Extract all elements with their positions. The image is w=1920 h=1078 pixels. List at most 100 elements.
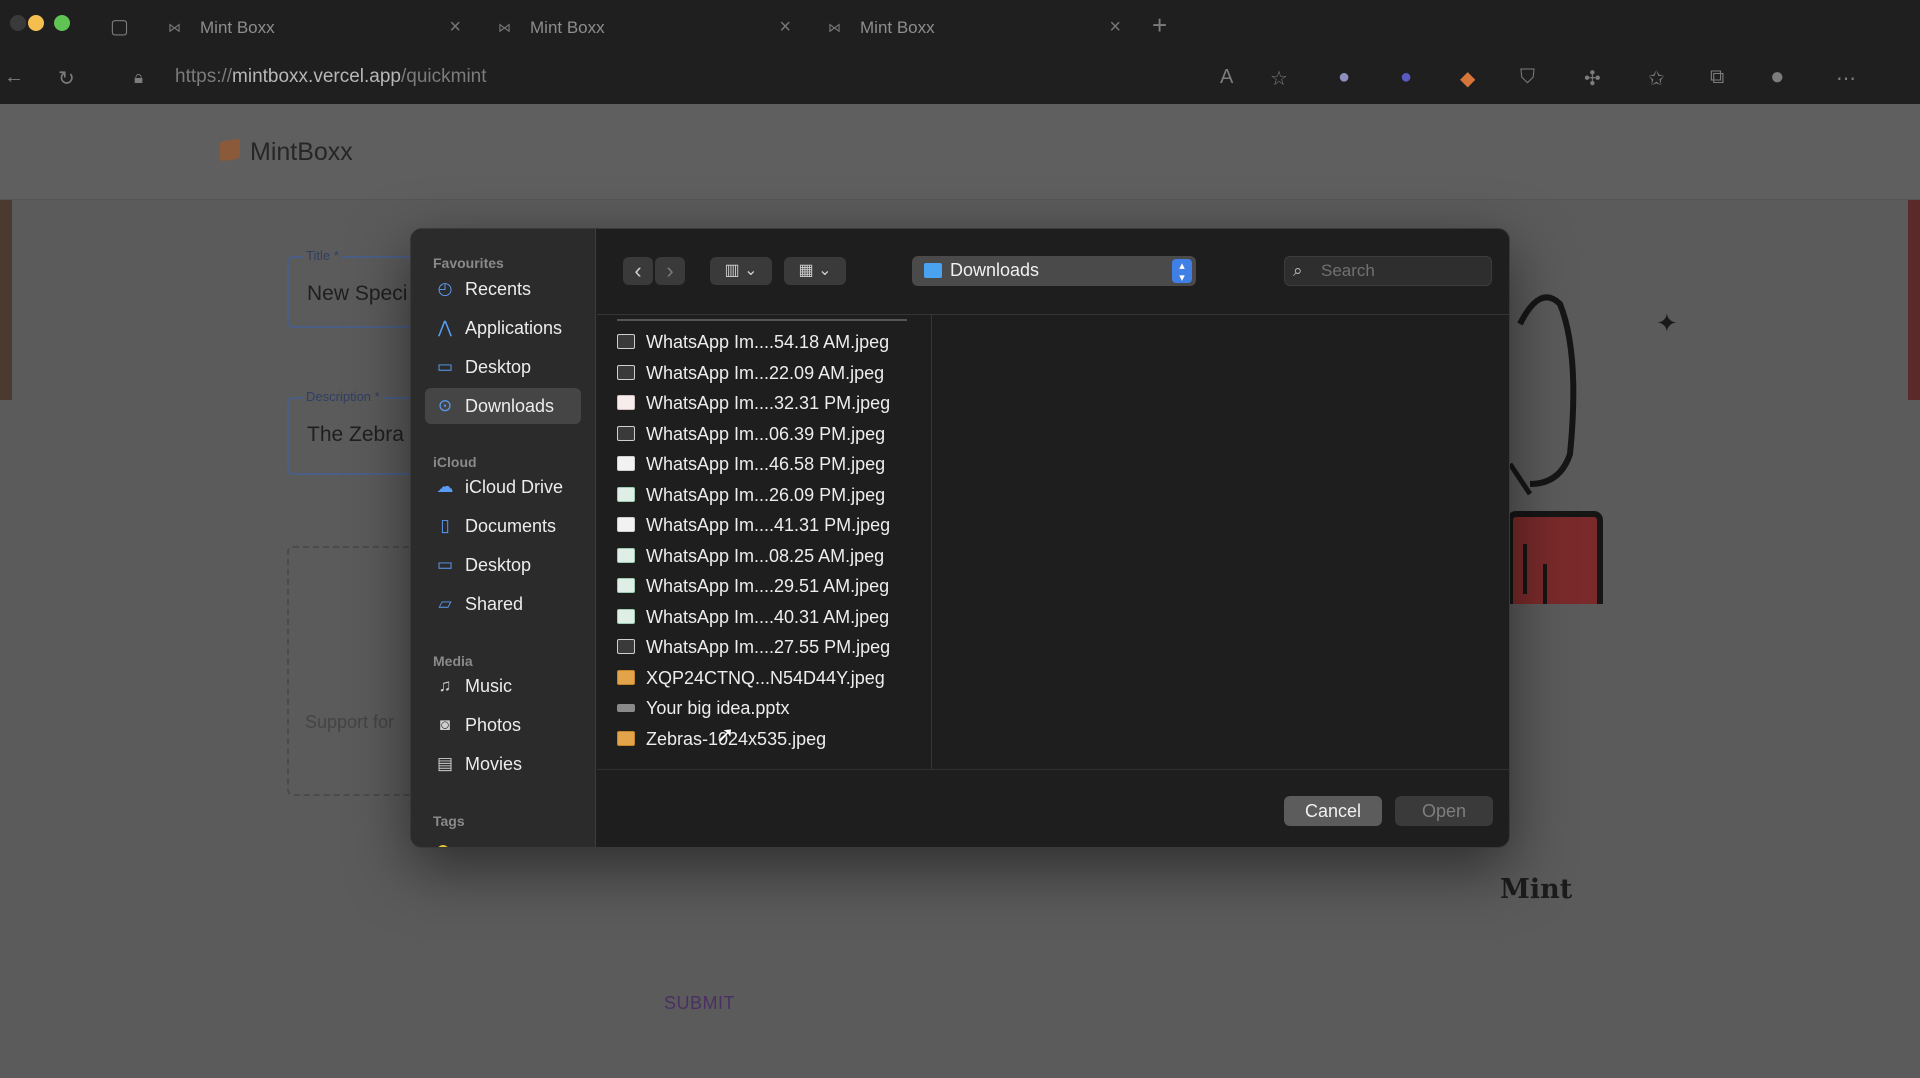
browser-tab-3[interactable]: ⋈ Mint Boxx × — [810, 8, 1135, 46]
sidebar-item-icloud-desktop[interactable]: ▭ Desktop — [425, 547, 581, 583]
downloads-icon: ⊙ — [437, 396, 453, 415]
sidebar-item-documents[interactable]: ▯ Documents — [425, 508, 581, 544]
file-row[interactable]: WhatsApp Im...26.09 PM.jpeg — [597, 480, 931, 510]
close-tab-icon[interactable]: × — [779, 16, 791, 39]
open-button[interactable]: Open — [1395, 796, 1493, 826]
file-thumbnail-icon — [617, 704, 635, 712]
file-row[interactable]: WhatsApp Im....41.31 PM.jpeg — [597, 510, 931, 540]
file-row[interactable]: WhatsApp Im....29.51 AM.jpeg — [597, 571, 931, 601]
metamask-icon[interactable]: ◆ — [1460, 66, 1475, 91]
film-icon: ▤ — [436, 754, 454, 773]
file-dropzone[interactable]: Support for — [287, 546, 417, 796]
maximize-window-button[interactable] — [54, 15, 70, 31]
file-name: WhatsApp Im...08.25 AM.jpeg — [646, 545, 885, 566]
sidebar-item-label: Desktop — [465, 555, 532, 575]
file-thumbnail-icon — [617, 608, 635, 624]
file-name: WhatsApp Im...22.09 AM.jpeg — [646, 362, 885, 383]
cancel-button[interactable]: Cancel — [1284, 796, 1382, 826]
browser-tab-1[interactable]: ⋈ Mint Boxx × — [150, 8, 475, 46]
new-tab-icon[interactable]: + — [1152, 10, 1167, 41]
favicon-icon: ⋈ — [828, 20, 841, 35]
file-thumbnail-icon — [617, 364, 635, 380]
read-aloud-icon[interactable]: A — [1220, 66, 1233, 89]
document-icon: ▯ — [440, 516, 450, 535]
sidebar-item-label: Photos — [465, 715, 522, 735]
logo-box-icon — [220, 138, 240, 162]
file-row[interactable]: Zebras-1024x535.jpeg — [597, 724, 931, 754]
favorites-list-icon[interactable]: ✩ — [1648, 66, 1665, 91]
back-button[interactable]: ‹ — [623, 257, 653, 285]
description-field[interactable]: Description * The Zebra — [287, 389, 417, 475]
extension-icon[interactable]: ● — [1400, 66, 1412, 89]
profile-avatar[interactable]: ● — [1770, 63, 1785, 91]
description-label: Description * — [303, 389, 383, 404]
file-thumbnail-icon — [617, 639, 635, 654]
sidebar-item-label: Recents — [465, 279, 532, 299]
desktop-icon: ▭ — [436, 357, 454, 376]
favicon-icon: ⋈ — [498, 20, 511, 35]
sidebar-item-recents[interactable]: ◴ Recents — [425, 271, 581, 307]
file-row[interactable]: XQP24CTNQ...N54D44Y.jpeg — [597, 663, 931, 693]
group-button[interactable]: ▦ ⌄ — [784, 257, 846, 285]
file-row[interactable]: WhatsApp Im....54.18 AM.jpeg — [597, 327, 931, 357]
title-value: New Speci — [307, 282, 408, 305]
shared-folder-icon: ▱ — [438, 594, 452, 613]
file-row[interactable]: WhatsApp Im...08.25 AM.jpeg — [597, 541, 931, 571]
sidebar-item-music[interactable]: ♫ Music — [425, 668, 581, 704]
file-row[interactable]: WhatsApp Im....32.31 PM.jpeg — [597, 388, 931, 418]
tab-title: Mint Boxx — [200, 18, 275, 37]
view-mode-button[interactable]: ▥ ⌄ — [710, 257, 772, 285]
file-row[interactable]: WhatsApp Im....40.31 AM.jpeg — [597, 602, 931, 632]
reload-icon[interactable]: ↻ — [58, 66, 75, 91]
file-row[interactable]: WhatsApp Im...06.39 PM.jpeg — [597, 419, 931, 449]
file-row[interactable]: Your big idea.pptx — [597, 693, 931, 723]
back-icon[interactable]: ← — [4, 66, 24, 89]
sidebar-item-downloads[interactable]: ⊙ Downloads — [425, 388, 581, 424]
sidebar-item-icloud-drive[interactable]: ☁︎ iCloud Drive — [425, 469, 581, 505]
tab-actions-icon[interactable]: ▢ — [110, 14, 129, 39]
sidebar-item-movies[interactable]: ▤ Movies — [425, 746, 581, 782]
file-row[interactable]: WhatsApp Im...22.09 AM.jpeg — [597, 358, 931, 388]
submit-button[interactable]: SUBMIT — [664, 993, 735, 1014]
close-tab-icon[interactable]: × — [1109, 16, 1121, 39]
sidebar-item-shared[interactable]: ▱ Shared — [425, 586, 581, 622]
minimize-window-button[interactable] — [28, 15, 44, 31]
extension-icon[interactable]: ● — [1338, 66, 1350, 89]
close-tab-icon[interactable]: × — [449, 16, 461, 39]
site-header: MintBoxx — [0, 104, 1920, 200]
favourites-heading: Favourites — [433, 255, 504, 271]
file-list[interactable]: WhatsApp Im....54.18 AM.jpeg WhatsApp Im.… — [597, 315, 932, 769]
tags-heading: Tags — [433, 813, 465, 829]
shield-icon[interactable]: ⛉ — [1520, 66, 1535, 89]
forward-button[interactable]: › — [655, 257, 685, 285]
close-window-button[interactable] — [10, 15, 26, 31]
browser-tab-2[interactable]: ⋈ Mint Boxx × — [480, 8, 805, 46]
file-open-dialog: Favourites ◴ Recents ⋀ Applications ▭ De… — [410, 228, 1510, 848]
title-field[interactable]: Title * New Speci — [287, 248, 417, 328]
more-options-icon[interactable]: ⋯ — [1836, 66, 1856, 91]
sidebar-item-applications[interactable]: ⋀ Applications — [425, 310, 581, 346]
extensions-puzzle-icon[interactable]: ✣ — [1584, 66, 1601, 91]
search-icon: ⌕ — [1293, 261, 1303, 280]
screen: ▢ ⋈ Mint Boxx × ⋈ Mint Boxx × ⋈ Mint Box… — [0, 0, 1920, 1078]
file-row[interactable]: WhatsApp Im....27.55 PM.jpeg — [597, 632, 931, 662]
site-logo[interactable]: MintBoxx — [250, 138, 353, 167]
favorite-icon[interactable]: ☆ — [1270, 66, 1288, 91]
sidebar-item-photos[interactable]: ◙ Photos — [425, 707, 581, 743]
search-input[interactable] — [1321, 261, 1481, 281]
rocket-illustration — [1507, 294, 1603, 604]
title-label: Title * — [303, 248, 342, 263]
music-icon: ♫ — [438, 676, 452, 695]
location-popup[interactable]: Downloads ▴ ▾ — [912, 256, 1196, 286]
lock-icon: 🔒︎ — [134, 68, 144, 87]
tab-title: Mint Boxx — [530, 18, 605, 37]
file-name: WhatsApp Im....41.31 PM.jpeg — [646, 515, 891, 535]
url-path: /quickmint — [401, 66, 487, 87]
url-field[interactable]: https://mintboxx.vercel.app/quickmint — [175, 66, 487, 88]
sidebar-item-desktop[interactable]: ▭ Desktop — [425, 349, 581, 385]
file-thumbnail-icon — [617, 578, 635, 593]
collections-icon[interactable]: ⧉ — [1710, 66, 1724, 89]
file-row[interactable]: WhatsApp Im...46.58 PM.jpeg — [597, 449, 931, 479]
tag-yellow-icon[interactable] — [437, 845, 449, 847]
search-box[interactable]: ⌕ — [1284, 256, 1492, 286]
